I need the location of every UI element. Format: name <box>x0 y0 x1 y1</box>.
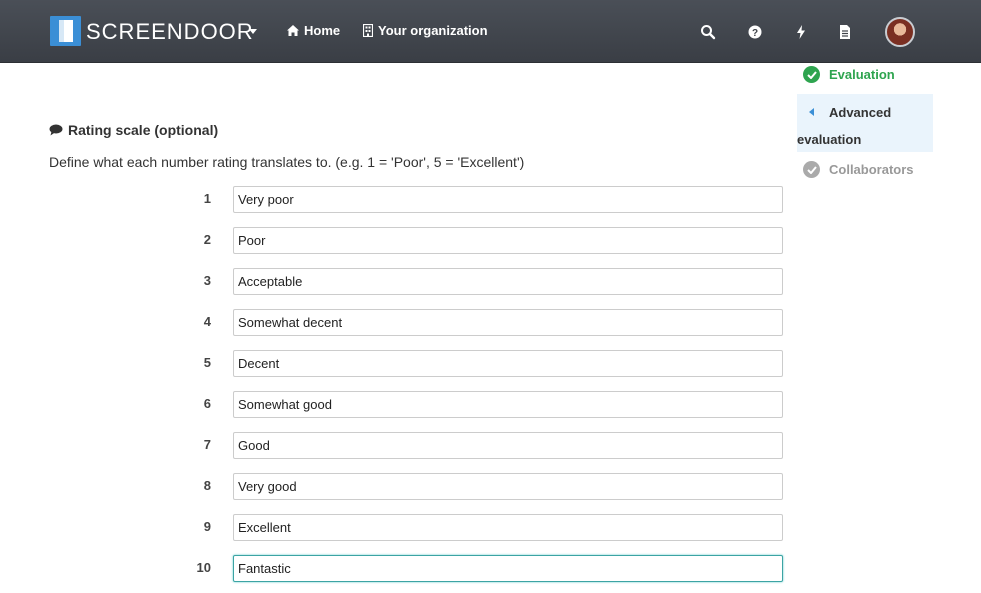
document-icon[interactable] <box>837 24 853 40</box>
rating-row: 8 <box>0 473 981 500</box>
rating-number: 7 <box>203 437 211 452</box>
sidebar-item-label: Advanced <box>829 105 892 120</box>
rating-input[interactable] <box>233 350 783 377</box>
top-navbar: SCREENDOOR Home Your organization ? <box>0 0 981 63</box>
comment-icon <box>49 124 63 136</box>
brand-name[interactable]: SCREENDOOR <box>86 19 254 45</box>
nav-home-link[interactable]: Home <box>287 23 340 38</box>
user-avatar[interactable] <box>885 17 915 47</box>
rating-input[interactable] <box>233 309 783 336</box>
sidebar-item-evaluation[interactable]: Evaluation <box>803 66 895 83</box>
rating-row: 3 <box>0 268 981 295</box>
help-icon[interactable]: ? <box>747 24 763 40</box>
rating-row: 10 <box>0 555 981 582</box>
nav-organization-link[interactable]: Your organization <box>363 23 488 38</box>
caret-left-icon <box>809 108 814 116</box>
sidebar-item-label: Evaluation <box>829 67 895 82</box>
rating-row: 5 <box>0 350 981 377</box>
check-circle-icon <box>803 66 820 83</box>
rating-input[interactable] <box>233 227 783 254</box>
rating-number: 6 <box>203 396 211 411</box>
nav-organization-label: Your organization <box>378 23 488 38</box>
rating-input[interactable] <box>233 514 783 541</box>
rating-input[interactable] <box>233 473 783 500</box>
sidebar-item-label: Collaborators <box>829 162 914 177</box>
rating-input[interactable] <box>233 555 783 582</box>
section-title-text: Rating scale (optional) <box>68 122 219 138</box>
section-description: Define what each number rating translate… <box>49 154 525 170</box>
rating-number: 3 <box>203 273 211 288</box>
rating-row: 7 <box>0 432 981 459</box>
rating-input[interactable] <box>233 391 783 418</box>
rating-row: 4 <box>0 309 981 336</box>
rating-number: 8 <box>203 478 211 493</box>
sidebar-item-collaborators[interactable]: Collaborators <box>803 161 914 178</box>
rating-number: 9 <box>203 519 211 534</box>
rating-number: 5 <box>203 355 211 370</box>
rating-row: 2 <box>0 227 981 254</box>
logo-icon[interactable] <box>50 16 81 46</box>
rating-input[interactable] <box>233 186 783 213</box>
rating-number: 2 <box>203 232 211 247</box>
svg-text:?: ? <box>752 28 758 39</box>
search-icon[interactable] <box>700 24 716 40</box>
bolt-icon[interactable] <box>793 24 809 40</box>
home-icon <box>287 25 299 36</box>
rating-row: 6 <box>0 391 981 418</box>
chevron-down-icon[interactable] <box>249 29 257 34</box>
rating-number: 1 <box>203 191 211 206</box>
check-circle-icon <box>803 161 820 178</box>
rating-input[interactable] <box>233 432 783 459</box>
sidebar-item-label: evaluation <box>797 132 862 147</box>
building-icon <box>363 24 373 37</box>
nav-home-label: Home <box>304 23 341 38</box>
rating-number: 10 <box>196 560 211 575</box>
rating-input[interactable] <box>233 268 783 295</box>
section-title: Rating scale (optional) <box>49 122 218 138</box>
rating-number: 4 <box>203 314 211 329</box>
rating-row: 9 <box>0 514 981 541</box>
rating-row: 1 <box>0 186 981 213</box>
